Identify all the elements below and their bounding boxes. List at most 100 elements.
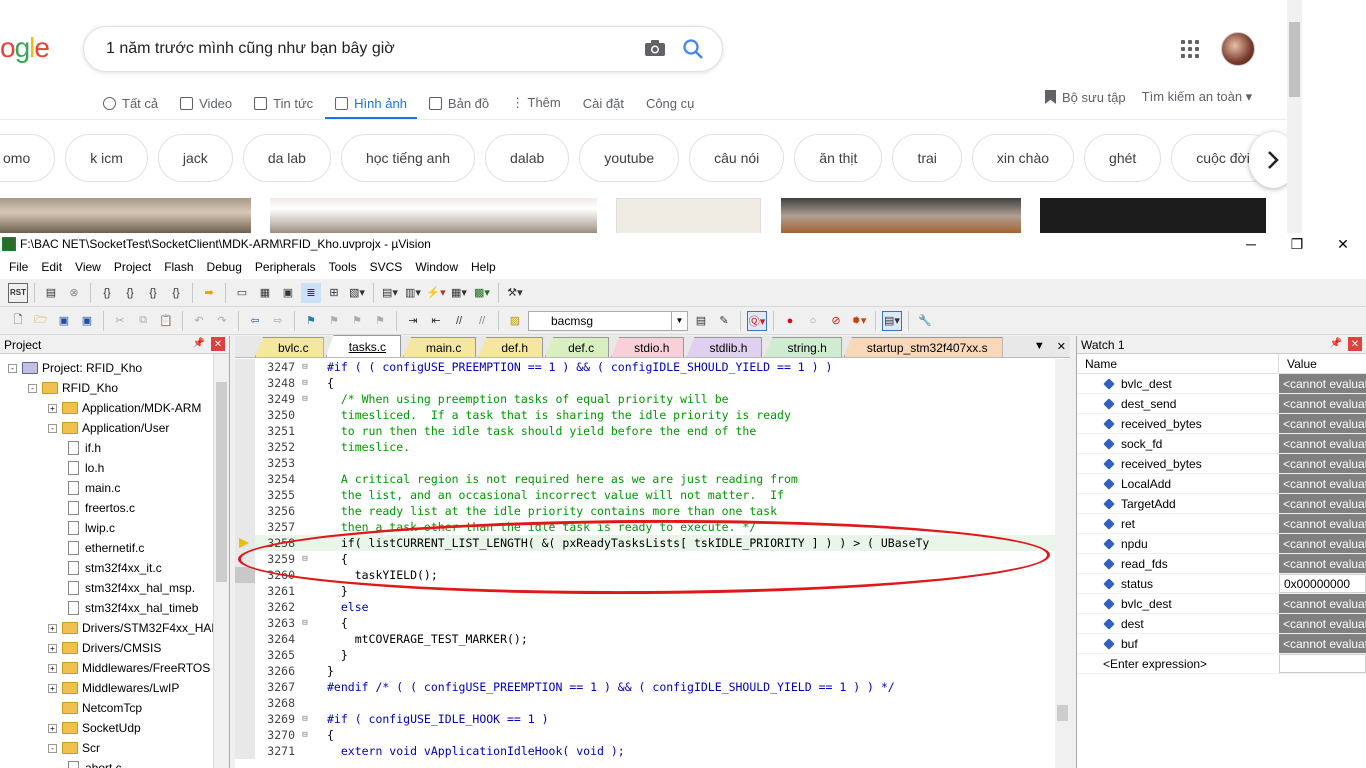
code-line[interactable]: 3259 ⊟ {	[235, 551, 1055, 567]
tree-node[interactable]: - Project: RFID_Kho	[8, 358, 142, 378]
project-scrollbar[interactable]	[213, 354, 229, 768]
tree-node[interactable]: lwip.c	[68, 518, 115, 538]
watch-value[interactable]: <cannot evaluate>	[1279, 534, 1366, 553]
find-in-files-icon[interactable]: ▨	[505, 311, 525, 331]
tree-node[interactable]: + Drivers/CMSIS	[48, 638, 161, 658]
enter-expression-row[interactable]: <Enter expression>	[1077, 654, 1366, 674]
tab-1[interactable]: Video	[180, 87, 232, 119]
watch-value[interactable]: <cannot evaluate>	[1279, 414, 1366, 433]
tree-node[interactable]: + Drivers/STM32F4xx_HAL	[48, 618, 218, 638]
related-chip[interactable]: omo	[0, 134, 56, 182]
code-line[interactable]: 3255 the list, and an occasional incorre…	[235, 487, 1055, 503]
related-chip[interactable]: k icm	[65, 134, 148, 182]
restore-button[interactable]: ❐	[1274, 233, 1320, 255]
watch-row[interactable]: dest_send <cannot evaluate>	[1077, 394, 1366, 414]
debug-session-icon[interactable]: Ⓠ▾	[747, 310, 767, 331]
image-thumbnail[interactable]	[1040, 198, 1266, 233]
kill-all-breakpoints-icon[interactable]: ✹▾	[849, 311, 869, 331]
breakpoint-gutter[interactable]	[235, 375, 255, 391]
watch-name-cell[interactable]: dest_send	[1077, 394, 1279, 413]
close-button[interactable]: ✕	[1320, 233, 1366, 255]
watch-row[interactable]: npdu <cannot evaluate>	[1077, 534, 1366, 554]
save-icon[interactable]: ▣	[54, 311, 74, 331]
comment-icon[interactable]: //	[449, 311, 469, 331]
watch-name-cell[interactable]: bvlc_dest	[1077, 374, 1279, 393]
watch-row[interactable]: buf <cannot evaluate>	[1077, 634, 1366, 654]
indent-icon[interactable]: ⇥	[403, 311, 423, 331]
expand-icon[interactable]: +	[48, 663, 57, 673]
rst-icon[interactable]: RST	[8, 282, 28, 303]
editor-tab[interactable]: string.h	[764, 337, 842, 357]
watch-name-cell[interactable]: sock_fd	[1077, 434, 1279, 453]
collapse-icon[interactable]: -	[8, 363, 17, 373]
editor-scrollbar[interactable]	[1055, 359, 1070, 768]
watch-col-name[interactable]: Name	[1077, 354, 1279, 373]
menu-item[interactable]: Help	[466, 260, 504, 274]
collections-link[interactable]: Bộ sưu tập	[1045, 90, 1126, 105]
find-combo[interactable]: bacmsg ▼	[528, 310, 688, 331]
watch-value[interactable]: <cannot evaluate>	[1279, 374, 1366, 393]
watch-name-cell[interactable]: received_bytes	[1077, 414, 1279, 433]
breakpoint-gutter[interactable]	[235, 567, 255, 583]
code-line[interactable]: 3257 then a task other than the idle tas…	[235, 519, 1055, 535]
watch-value[interactable]: <cannot evaluate>	[1279, 554, 1366, 573]
breakpoint-gutter[interactable]	[235, 727, 255, 743]
close-icon[interactable]: ✕	[1348, 337, 1362, 351]
paste-icon[interactable]: 📋	[156, 311, 176, 331]
tree-node[interactable]: - RFID_Kho	[28, 378, 118, 398]
watch-row[interactable]: ret <cannot evaluate>	[1077, 514, 1366, 534]
watch-row[interactable]: sock_fd <cannot evaluate>	[1077, 434, 1366, 454]
analysis-icon[interactable]: ⚡▾	[426, 283, 446, 303]
expand-icon[interactable]: +	[48, 403, 57, 413]
menu-item[interactable]: Tools	[324, 260, 365, 274]
step-over-icon[interactable]: {}	[120, 283, 140, 303]
watch-row[interactable]: received_bytes <cannot evaluate>	[1077, 414, 1366, 434]
expand-icon[interactable]: +	[48, 643, 57, 653]
search-box[interactable]: 1 năm trước mình cũng như bạn bây giờ	[83, 26, 723, 72]
google-logo[interactable]: ogle	[0, 32, 50, 64]
menu-item[interactable]: Peripherals	[250, 260, 324, 274]
window-layout-icon[interactable]: ▤▾	[882, 310, 902, 331]
related-chip[interactable]: da lab	[242, 134, 331, 182]
watch-value[interactable]: <cannot evaluate>	[1279, 594, 1366, 613]
tab-3[interactable]: Hình ảnh	[325, 87, 417, 120]
tree-node[interactable]: if.h	[68, 438, 101, 458]
close-tab-icon[interactable]: ✕	[1057, 340, 1066, 353]
image-thumbnail[interactable]	[270, 198, 597, 233]
breakpoint-gutter[interactable]	[235, 535, 255, 551]
watch-row[interactable]: LocalAdd <cannot evaluate>	[1077, 474, 1366, 494]
collapse-icon[interactable]: -	[48, 743, 57, 753]
menu-item[interactable]: SVCS	[365, 260, 411, 274]
uncomment-icon[interactable]: //	[472, 311, 492, 331]
code-line[interactable]: 3267 #endif /* ( ( configUSE_PREEMPTION =…	[235, 679, 1055, 695]
redo-icon[interactable]: ↷	[212, 311, 232, 331]
tree-node[interactable]: stm32f4xx_hal_timeb	[68, 598, 198, 618]
breakpoint-gutter[interactable]	[235, 519, 255, 535]
enter-expression-value[interactable]	[1279, 654, 1366, 673]
chevron-down-icon[interactable]: ▼	[671, 311, 687, 330]
configure-icon[interactable]: 🔧	[915, 311, 935, 331]
tab-7[interactable]: Công cụ	[646, 87, 694, 119]
fold-icon[interactable]: ⊟	[299, 359, 311, 375]
fold-icon[interactable]: ⊟	[299, 615, 311, 631]
nav-back-icon[interactable]: ⇦	[245, 311, 265, 331]
watch-name-cell[interactable]: npdu	[1077, 534, 1279, 553]
breakpoint-gutter[interactable]	[235, 647, 255, 663]
tree-node[interactable]: + Application/MDK-ARM	[48, 398, 201, 418]
run-icon[interactable]: ▤	[41, 283, 61, 303]
run-to-cursor-icon[interactable]: {}	[166, 283, 186, 303]
tree-node[interactable]: NetcomTcp	[48, 698, 142, 718]
code-line[interactable]: 3265 }	[235, 647, 1055, 663]
code-line[interactable]: 3253	[235, 455, 1055, 471]
breakpoint-gutter[interactable]	[235, 551, 255, 567]
code-line[interactable]: 3256 the ready list at the idle priority…	[235, 503, 1055, 519]
watch-col-value[interactable]: Value	[1279, 354, 1317, 373]
image-thumbnail[interactable]	[781, 198, 1021, 233]
breakpoint-gutter[interactable]	[235, 407, 255, 423]
breakpoint-gutter[interactable]	[235, 391, 255, 407]
code-line[interactable]: 3269 ⊟ #if ( configUSE_IDLE_HOOK == 1 )	[235, 711, 1055, 727]
minimize-button[interactable]: ─	[1228, 233, 1274, 255]
related-chip[interactable]: jack	[157, 134, 233, 182]
watch-name-cell[interactable]: dest	[1077, 614, 1279, 633]
breakpoint-gutter[interactable]	[235, 423, 255, 439]
